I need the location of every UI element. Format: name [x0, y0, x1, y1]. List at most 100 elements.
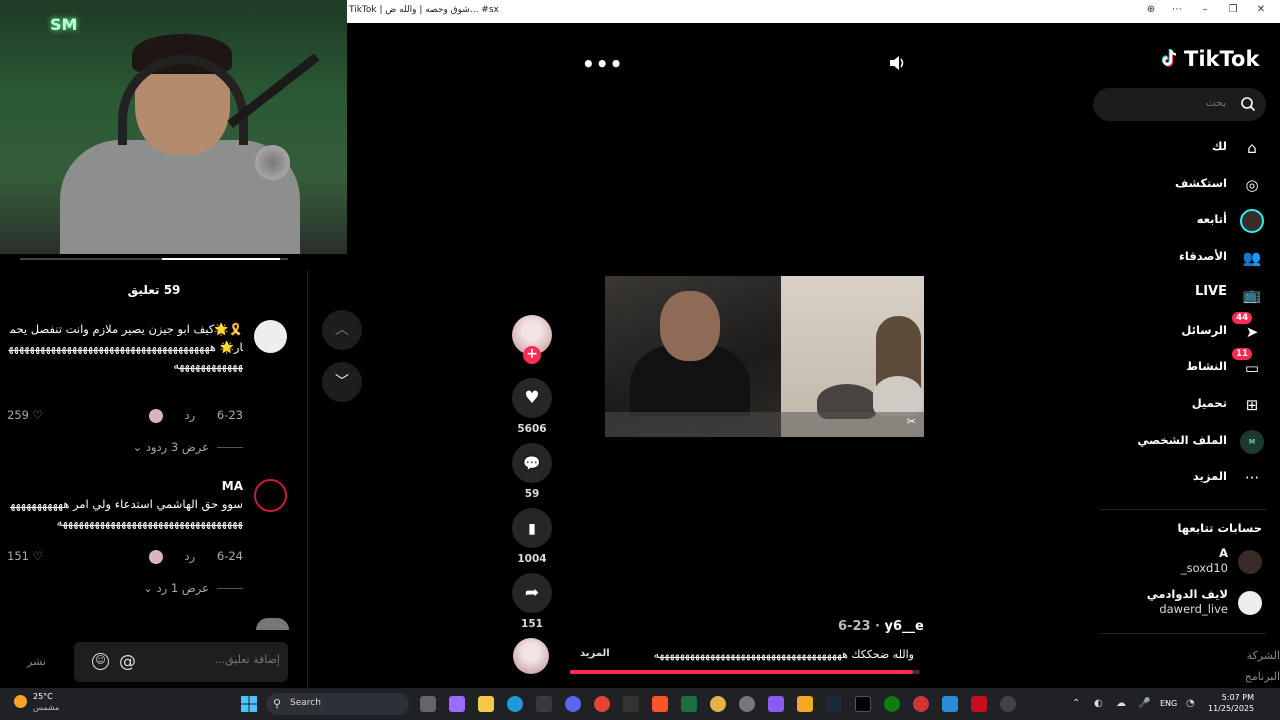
- clock-time[interactable]: 5:07 PM: [1208, 693, 1254, 702]
- copilot-icon[interactable]: [449, 696, 465, 712]
- footer-link-company[interactable]: الشركة: [1240, 645, 1280, 666]
- share-count: 151: [521, 618, 543, 630]
- comment-count: 59 تعليق: [127, 283, 181, 297]
- overlay-progress: [20, 258, 288, 260]
- mention-icon[interactable]: @: [119, 652, 136, 672]
- creator-liked-avatar: [148, 408, 163, 423]
- reply-button[interactable]: رد: [185, 408, 196, 422]
- excel-icon[interactable]: [681, 696, 697, 712]
- emoji-icon[interactable]: ☺: [92, 653, 109, 670]
- save-button[interactable]: ▮: [512, 508, 552, 548]
- windows-taskbar: 25°C مشمس ⚲ Search ⌃ ◐ ☁ 🎤 ENG ◔ 5:07 PM…: [0, 688, 1280, 720]
- store-icon[interactable]: [536, 696, 552, 712]
- app-icon[interactable]: [739, 696, 755, 712]
- footer-link-program[interactable]: البرنامج: [1240, 666, 1280, 687]
- next-video-button[interactable]: ﹀: [322, 362, 362, 402]
- clock-date[interactable]: 11/25/2025: [1208, 704, 1254, 713]
- edge-icon[interactable]: [507, 696, 523, 712]
- comment-button[interactable]: 💬: [512, 443, 552, 483]
- search-box[interactable]: [1093, 88, 1266, 121]
- app-icon[interactable]: [971, 696, 987, 712]
- discord-icon[interactable]: [565, 696, 581, 712]
- tiktok-taskbar-icon[interactable]: [855, 696, 871, 712]
- view-replies-button[interactable]: عرض 1 رد ⌄: [143, 581, 243, 595]
- sidebar-item-activity[interactable]: ▭ 11 النشاط: [1084, 348, 1264, 382]
- caption-more-button[interactable]: المزيد: [580, 648, 610, 659]
- music-avatar[interactable]: [513, 638, 549, 674]
- comment-meta: 6-24 رد: [135, 549, 243, 564]
- follow-button[interactable]: +: [523, 346, 541, 364]
- video-player[interactable]: ✂: [605, 276, 924, 437]
- avatar[interactable]: [254, 320, 287, 353]
- restore-icon[interactable]: ❐: [1226, 4, 1240, 15]
- caption-username[interactable]: y6__e: [885, 619, 924, 634]
- zoom-icon[interactable]: ⊕: [1144, 4, 1158, 15]
- following-account[interactable]: لايف الدوادمي dawerd_live: [1092, 587, 1262, 623]
- comment-likes[interactable]: 151 ♡: [7, 549, 43, 563]
- compass-icon: ◎: [1245, 176, 1259, 194]
- weather-desc[interactable]: مشمس: [33, 703, 59, 712]
- sidebar-item-following[interactable]: أتابعه: [1084, 207, 1264, 235]
- app-icon[interactable]: [797, 696, 813, 712]
- caption-user[interactable]: 6-23 · y6__e: [838, 619, 924, 634]
- start-icon[interactable]: [241, 696, 257, 712]
- video-progress-bar[interactable]: [570, 670, 920, 674]
- reply-button[interactable]: رد: [185, 549, 196, 563]
- app-icon[interactable]: [942, 696, 958, 712]
- chevron-up-icon[interactable]: ⌃: [1072, 698, 1080, 709]
- comment-likes[interactable]: 259 ♡: [7, 408, 43, 422]
- app-icon[interactable]: [768, 696, 784, 712]
- app-icon[interactable]: [623, 696, 639, 712]
- app-icon[interactable]: [913, 696, 929, 712]
- minimize-icon[interactable]: –: [1198, 4, 1212, 15]
- sidebar-item-messages[interactable]: ➤ 44 الرسائل: [1084, 312, 1264, 346]
- close-icon[interactable]: ✕: [1254, 4, 1268, 15]
- like-button[interactable]: ♥: [512, 378, 552, 418]
- sidebar-item-for-you[interactable]: ⌂ لك: [1084, 134, 1264, 162]
- tiktok-note-icon: [1161, 49, 1177, 67]
- steam-icon[interactable]: [826, 696, 842, 712]
- app-icon[interactable]: [710, 696, 726, 712]
- share-icon: ➦: [524, 583, 540, 603]
- sidebar-item-upload[interactable]: ⊞ تحميل: [1084, 391, 1264, 419]
- more-options-icon[interactable]: •••: [582, 52, 623, 76]
- brave-icon[interactable]: [652, 696, 668, 712]
- search-icon[interactable]: [1240, 96, 1256, 112]
- language-indicator[interactable]: ENG: [1160, 699, 1177, 708]
- taskbar-search[interactable]: ⚲ Search: [266, 693, 409, 715]
- tray-icon[interactable]: ☁: [1116, 698, 1126, 709]
- weather-icon[interactable]: [14, 695, 27, 708]
- volume-icon[interactable]: [888, 54, 906, 72]
- more-icon: ···: [1244, 469, 1260, 487]
- app-icon[interactable]: [1000, 696, 1016, 712]
- avatar[interactable]: [254, 479, 287, 512]
- sidebar-item-more[interactable]: ··· المزيد: [1084, 464, 1264, 492]
- view-replies-button[interactable]: عرض 3 ردود ⌄: [133, 440, 243, 454]
- sidebar-item-live[interactable]: 📺 LIVE: [1084, 281, 1264, 309]
- share-button[interactable]: ➦: [512, 573, 552, 613]
- comment-input[interactable]: [170, 653, 280, 666]
- tray-icon[interactable]: ◐: [1094, 698, 1103, 709]
- xbox-icon[interactable]: [884, 696, 900, 712]
- comment-input-box[interactable]: @ ☺: [74, 642, 288, 682]
- search-input[interactable]: [1126, 97, 1226, 109]
- microphone-icon[interactable]: 🎤: [1138, 698, 1150, 709]
- sidebar-item-profile[interactable]: M الملف الشخصي: [1084, 428, 1264, 456]
- heart-icon: ♥: [524, 388, 540, 408]
- comment-username[interactable]: MA: [222, 479, 243, 493]
- task-view-icon[interactable]: [420, 696, 436, 712]
- previous-video-button[interactable]: ︿: [322, 310, 362, 350]
- sidebar-item-explore[interactable]: ◎ استكشف: [1084, 171, 1264, 199]
- following-account[interactable]: A _soxd10: [1092, 546, 1262, 582]
- file-explorer-icon[interactable]: [478, 696, 494, 712]
- window-title: TikTok | شوق وحصه | والله ض... #sx: [349, 5, 499, 15]
- caption-date: 6-23 ·: [838, 619, 885, 634]
- tiktok-logo[interactable]: TikTok: [1160, 46, 1259, 71]
- post-button[interactable]: نشر: [27, 655, 46, 668]
- comment-text: 🎗️🌟كيف ابو جيزن يصير ملازم وانت تنفصل يح…: [8, 322, 243, 372]
- network-icon[interactable]: ◔: [1186, 698, 1195, 709]
- sidebar-item-friends[interactable]: 👥 الأصدقاء: [1084, 244, 1264, 272]
- chrome-icon[interactable]: [594, 696, 610, 712]
- more-icon[interactable]: ⋯: [1170, 4, 1184, 15]
- weather-temp[interactable]: 25°C: [33, 692, 53, 701]
